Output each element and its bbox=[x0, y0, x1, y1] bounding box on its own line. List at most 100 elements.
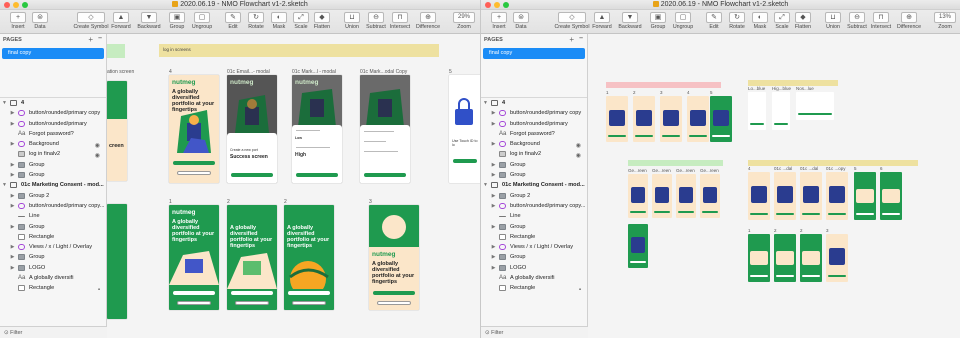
disclosure-closed-icon[interactable]: ▶ bbox=[10, 222, 15, 232]
layer-row[interactable]: log in finalv2 ◉ bbox=[481, 149, 587, 159]
mini-artboard[interactable] bbox=[826, 172, 848, 220]
layer-row[interactable]: Line bbox=[481, 211, 587, 221]
disclosure-closed-icon[interactable]: ▶ bbox=[491, 242, 496, 252]
primary-button[interactable] bbox=[296, 173, 338, 177]
layer-row[interactable]: ▶ LOGO bbox=[0, 263, 106, 273]
mini-artboard[interactable] bbox=[772, 92, 790, 130]
mini-artboard[interactable] bbox=[633, 96, 655, 142]
artboard-2[interactable]: A globally diversified portfolio at your… bbox=[227, 205, 277, 310]
primary-button[interactable] bbox=[712, 135, 730, 137]
mini-artboard[interactable] bbox=[628, 174, 648, 218]
choice-low[interactable]: Low bbox=[295, 136, 302, 140]
choice-high[interactable]: High bbox=[295, 152, 306, 158]
layer-row[interactable]: ▶ button/rounded/primary bbox=[481, 119, 587, 129]
disclosure-closed-icon[interactable]: ▶ bbox=[10, 160, 15, 170]
layer-row[interactable]: ▼ 4 bbox=[0, 98, 106, 108]
primary-button[interactable] bbox=[750, 275, 768, 277]
primary-button[interactable] bbox=[774, 123, 788, 125]
primary-button[interactable] bbox=[802, 213, 820, 215]
primary-button[interactable] bbox=[662, 135, 680, 137]
zoom-control[interactable]: 13% Zoom bbox=[930, 11, 960, 33]
layer-row[interactable]: ▶ Group bbox=[481, 170, 587, 180]
layer-row[interactable]: ▶ Views / x / Light / Overlay bbox=[481, 242, 587, 252]
layer-row[interactable]: Rectangle bbox=[481, 232, 587, 242]
layer-filter[interactable]: ⊙ Filter bbox=[481, 326, 588, 338]
layer-row[interactable]: ▼ 4 bbox=[481, 98, 587, 108]
mini-artboard[interactable] bbox=[880, 172, 902, 220]
artboard-3[interactable]: nutmeg A globally diversified portfolio … bbox=[369, 205, 419, 310]
zoom-value[interactable]: 29% bbox=[453, 12, 475, 23]
primary-button[interactable] bbox=[453, 159, 477, 163]
add-page-icon[interactable]: + bbox=[88, 35, 93, 44]
disclosure-closed-icon[interactable]: ▶ bbox=[491, 119, 496, 129]
disclosure-open-icon[interactable]: ▼ bbox=[483, 98, 488, 108]
layer-row[interactable]: Rectangle ▪ bbox=[0, 283, 106, 293]
disclosure-closed-icon[interactable]: ▶ bbox=[491, 263, 496, 273]
layer-row[interactable]: Aa A globally diversifi bbox=[481, 273, 587, 283]
disclosure-closed-icon[interactable]: ▶ bbox=[10, 201, 15, 211]
mini-artboard[interactable] bbox=[748, 172, 770, 220]
primary-button[interactable] bbox=[798, 113, 832, 115]
lock-icon[interactable]: ▪ bbox=[98, 285, 100, 293]
layer-row[interactable]: Line bbox=[0, 211, 106, 221]
artboard-1[interactable]: nutmeg A globally diversified portfolio … bbox=[169, 205, 219, 310]
layer-row[interactable]: ▶ Group bbox=[0, 222, 106, 232]
disclosure-closed-icon[interactable]: ▶ bbox=[10, 242, 15, 252]
layer-row[interactable]: ▶ button/rounded/primary copy bbox=[0, 108, 106, 118]
layer-row[interactable]: ▶ LOGO bbox=[481, 263, 587, 273]
primary-button[interactable] bbox=[630, 261, 646, 263]
mini-artboard[interactable] bbox=[676, 174, 696, 218]
mini-artboard[interactable] bbox=[660, 96, 682, 142]
primary-button[interactable] bbox=[635, 135, 653, 137]
hidden-eye-icon[interactable]: ◉ bbox=[95, 151, 100, 159]
mini-artboard[interactable] bbox=[628, 224, 648, 268]
mini-artboard[interactable] bbox=[687, 96, 709, 142]
disclosure-closed-icon[interactable]: ▶ bbox=[491, 222, 496, 232]
mini-artboard[interactable] bbox=[774, 172, 796, 220]
disclosure-open-icon[interactable]: ▼ bbox=[483, 180, 488, 190]
layer-row[interactable]: log in finalv2 ◉ bbox=[0, 149, 106, 159]
layer-row[interactable]: ▶ Background ◉ bbox=[0, 139, 106, 149]
mini-artboard[interactable] bbox=[854, 172, 876, 220]
layer-row[interactable]: ▶ Group 2 bbox=[0, 191, 106, 201]
hidden-eye-icon[interactable]: ◉ bbox=[95, 141, 100, 149]
artboard-marketing-modal[interactable]: nutmeg Low High bbox=[292, 75, 342, 183]
primary-button[interactable] bbox=[630, 211, 646, 213]
zoom-value[interactable]: 13% bbox=[934, 12, 956, 23]
hidden-eye-icon[interactable]: ◉ bbox=[576, 141, 581, 149]
mini-artboard[interactable] bbox=[700, 174, 720, 218]
mini-artboard[interactable] bbox=[800, 172, 822, 220]
disclosure-closed-icon[interactable]: ▶ bbox=[491, 160, 496, 170]
primary-button[interactable] bbox=[231, 291, 273, 295]
disclosure-closed-icon[interactable]: ▶ bbox=[10, 108, 15, 118]
primary-button[interactable] bbox=[173, 161, 215, 165]
disclosure-closed-icon[interactable]: ▶ bbox=[491, 139, 496, 149]
layer-row[interactable]: ▶ Views / x / Light / Overlay bbox=[0, 242, 106, 252]
layer-row[interactable]: ▶ Group 2 bbox=[481, 191, 587, 201]
artboard-partial[interactable] bbox=[107, 204, 127, 319]
hidden-eye-icon[interactable]: ◉ bbox=[576, 151, 581, 159]
layer-row[interactable]: Aa A globally diversifi bbox=[0, 273, 106, 283]
layer-filter[interactable]: ⊙ Filter bbox=[0, 326, 107, 338]
artboard-email-modal[interactable]: nutmeg Create a new port Success screen bbox=[227, 75, 277, 183]
disclosure-closed-icon[interactable]: ▶ bbox=[10, 170, 15, 180]
layer-row[interactable]: ▶ Group bbox=[481, 160, 587, 170]
layer-row[interactable]: ▶ Background ◉ bbox=[481, 139, 587, 149]
page-item-selected[interactable]: final copy bbox=[2, 48, 104, 59]
data-button[interactable]: ⊜ Data bbox=[503, 11, 539, 33]
disclosure-closed-icon[interactable]: ▶ bbox=[491, 170, 496, 180]
layer-row[interactable]: ▶ Group bbox=[481, 252, 587, 262]
disclosure-closed-icon[interactable]: ▶ bbox=[491, 201, 496, 211]
primary-button[interactable] bbox=[776, 275, 794, 277]
disclosure-closed-icon[interactable]: ▶ bbox=[491, 252, 496, 262]
layer-row[interactable]: ▶ Group bbox=[481, 222, 587, 232]
layer-row[interactable]: ▶ button/rounded/primary bbox=[0, 119, 106, 129]
disclosure-closed-icon[interactable]: ▶ bbox=[10, 139, 15, 149]
collapse-pages-icon[interactable]: – bbox=[579, 35, 583, 42]
layer-row[interactable]: ▶ Group bbox=[0, 252, 106, 262]
mini-artboard[interactable] bbox=[748, 234, 770, 282]
disclosure-closed-icon[interactable]: ▶ bbox=[10, 119, 15, 129]
primary-button[interactable] bbox=[231, 173, 273, 177]
design-canvas[interactable]: log in screens ation screen creen 4 nutm… bbox=[107, 34, 480, 338]
disclosure-closed-icon[interactable]: ▶ bbox=[10, 263, 15, 273]
